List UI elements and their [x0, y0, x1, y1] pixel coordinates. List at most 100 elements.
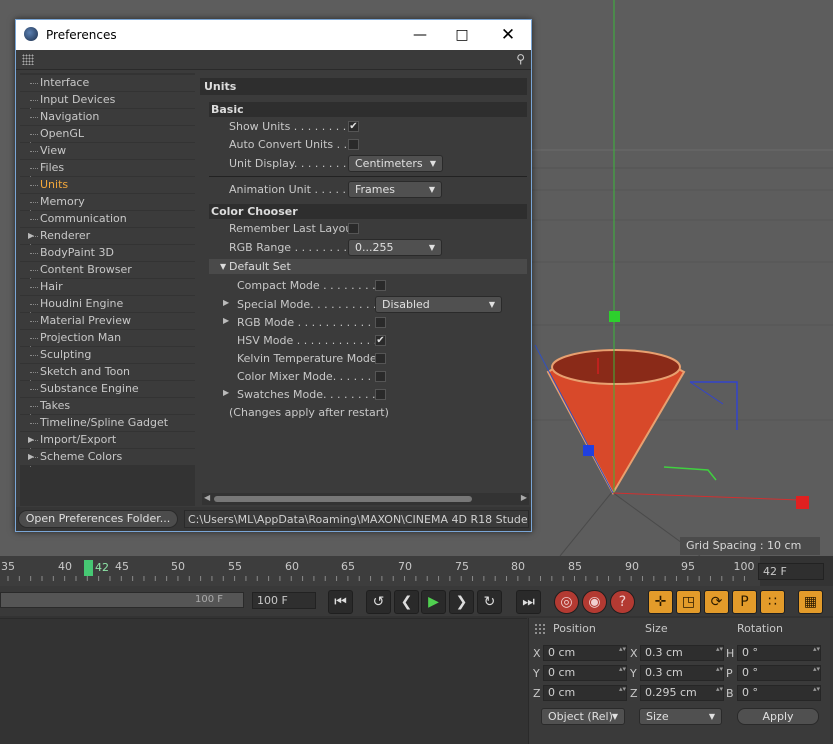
max-frame-field[interactable]: 100 F [252, 592, 316, 609]
compact-mode-checkbox[interactable] [375, 280, 386, 291]
nav-item-files[interactable]: Files [20, 160, 195, 176]
position-x-field[interactable]: 0 cm [543, 645, 627, 661]
next-key-button[interactable]: ↻ [477, 590, 502, 614]
current-frame-label: 42 [95, 561, 109, 574]
play-button[interactable]: ▶ [421, 590, 446, 614]
chevron-down-icon: ▼ [488, 300, 495, 309]
close-icon[interactable]: ✕ [493, 24, 523, 46]
open-preferences-folder-button[interactable]: Open Preferences Folder... [18, 510, 178, 528]
timeline-icon[interactable]: ▦ [798, 590, 823, 614]
nav-item-navigation[interactable]: Navigation [20, 109, 195, 125]
scroll-left-icon[interactable]: ◀ [204, 493, 210, 502]
animation-unit-dropdown[interactable]: Frames ▼ [348, 181, 442, 198]
nav-item-view[interactable]: View [20, 143, 195, 159]
size-y-field[interactable]: 0.3 cm [640, 665, 724, 681]
scrollbar-thumb[interactable] [214, 496, 472, 502]
nav-item-interface[interactable]: Interface [20, 75, 195, 91]
show-units-checkbox[interactable]: ✔ [348, 121, 359, 132]
nav-item-material-preview[interactable]: Material Preview [20, 313, 195, 329]
rotate-tool-icon[interactable]: ⟳ [704, 590, 729, 614]
playhead[interactable] [84, 560, 93, 576]
maximize-icon[interactable]: □ [447, 24, 477, 46]
goto-start-button[interactable]: ⏮ [328, 590, 353, 614]
time-range-end: 100 F [194, 594, 223, 605]
autokey-button[interactable]: ◉ [582, 590, 607, 614]
size-z-field[interactable]: 0.295 cm [640, 685, 724, 701]
nav-item-sketch-and-toon[interactable]: Sketch and Toon [20, 364, 195, 380]
nav-item-opengl[interactable]: OpenGL [20, 126, 195, 142]
prev-key-button[interactable]: ↺ [366, 590, 391, 614]
scale-tool-icon[interactable]: ◳ [676, 590, 701, 614]
nav-item-content-browser[interactable]: Content Browser [20, 262, 195, 278]
nav-item-renderer[interactable]: ▶ Renderer [20, 228, 195, 244]
rotation-h-field[interactable]: 0 ° [737, 645, 821, 661]
size-header: Size [645, 622, 668, 635]
apply-button[interactable]: Apply [737, 708, 819, 725]
swatches-mode-checkbox[interactable] [375, 389, 386, 400]
special-mode-label: ▶ Special Mode. . . . . . . . . . . [223, 298, 384, 311]
animation-unit-value: Frames [355, 183, 396, 196]
search-icon[interactable]: ⚲ [516, 52, 525, 66]
nav-item-takes[interactable]: Takes [20, 398, 195, 414]
coordinates-manager: Position Size Rotation X Y Z 0 cm 0 cm 0… [528, 618, 833, 744]
param-tool-icon[interactable]: P [732, 590, 757, 614]
expand-icon[interactable]: ▶ [223, 298, 229, 307]
hsv-mode-checkbox[interactable]: ✔ [375, 335, 386, 346]
end-frame-field[interactable]: 42 F [758, 563, 824, 580]
preferences-path-field[interactable]: C:\Users\ML\AppData\Roaming\MAXON\CINEMA… [184, 510, 529, 528]
rgb-mode-label: ▶ RGB Mode . . . . . . . . . . . . . [223, 316, 385, 329]
nav-item-hair[interactable]: Hair [20, 279, 195, 295]
expand-icon[interactable]: ▶ [223, 388, 229, 397]
preferences-window: Preferences — □ ✕ ⚲ Interface Input Devi… [15, 19, 532, 532]
nav-item-timeline-spline[interactable]: Timeline/Spline Gadget [20, 415, 195, 431]
rotation-b-field[interactable]: 0 ° [737, 685, 821, 701]
nav-item-bodypaint[interactable]: BodyPaint 3D [20, 245, 195, 261]
expand-icon[interactable]: ▶ [28, 228, 34, 244]
position-y-field[interactable]: 0 cm [543, 665, 627, 681]
nav-item-import-export[interactable]: ▶ Import/Export [20, 432, 195, 448]
nav-item-input-devices[interactable]: Input Devices [20, 92, 195, 108]
nav-item-scheme-colors[interactable]: ▶ Scheme Colors [20, 449, 195, 465]
prev-frame-button[interactable]: ❮ [394, 590, 419, 614]
collapse-icon[interactable]: ▼ [220, 259, 226, 274]
rotation-p-field[interactable]: 0 ° [737, 665, 821, 681]
color-mixer-checkbox[interactable] [375, 371, 386, 382]
nav-item-communication[interactable]: Communication [20, 211, 195, 227]
size-mode-dropdown[interactable]: Size ▼ [639, 708, 722, 725]
move-tool-icon[interactable]: ✛ [648, 590, 673, 614]
position-z-field[interactable]: 0 cm [543, 685, 627, 701]
nav-item-houdini-engine[interactable]: Houdini Engine [20, 296, 195, 312]
goto-end-button[interactable]: ⏭ [516, 590, 541, 614]
rgb-range-dropdown[interactable]: 0...255 ▼ [348, 239, 442, 256]
unit-display-dropdown[interactable]: Centimeters ▼ [348, 155, 443, 172]
timeline-ruler[interactable]: 35 40 45 50 55 60 65 70 75 80 85 90 95 1… [0, 556, 760, 586]
special-mode-dropdown[interactable]: Disabled ▼ [375, 296, 502, 313]
expand-icon[interactable]: ▶ [223, 316, 229, 325]
minimize-icon[interactable]: — [405, 24, 435, 46]
kelvin-mode-checkbox[interactable] [375, 353, 386, 364]
compact-mode-label: Compact Mode . . . . . . . . . [237, 279, 383, 292]
panel-horizontal-scrollbar[interactable]: ◀ ▶ [202, 493, 529, 505]
nav-item-substance-engine[interactable]: Substance Engine [20, 381, 195, 397]
next-frame-button[interactable]: ❯ [449, 590, 474, 614]
points-tool-icon[interactable]: ∷ [760, 590, 785, 614]
size-x-field[interactable]: 0.3 cm [640, 645, 724, 661]
nav-item-units[interactable]: Units [20, 177, 195, 193]
nav-item-sculpting[interactable]: Sculpting [20, 347, 195, 363]
axis-label: Y [533, 667, 540, 680]
remember-layout-checkbox[interactable] [348, 223, 359, 234]
expand-icon[interactable]: ▶ [28, 449, 34, 465]
key-help-button[interactable]: ? [610, 590, 635, 614]
default-set-header[interactable]: ▼ Default Set [209, 259, 527, 274]
preferences-titlebar[interactable]: Preferences — □ ✕ [16, 20, 531, 50]
auto-convert-checkbox[interactable] [348, 139, 359, 150]
scroll-right-icon[interactable]: ▶ [521, 493, 527, 502]
rgb-range-value: 0...255 [355, 241, 394, 254]
nav-item-memory[interactable]: Memory [20, 194, 195, 210]
nav-item-projection-man[interactable]: Projection Man [20, 330, 195, 346]
rgb-mode-checkbox[interactable] [375, 317, 386, 328]
coordinate-mode-dropdown[interactable]: Object (Rel) ▼ [541, 708, 625, 725]
time-range-slider[interactable]: 100 F [0, 592, 244, 608]
record-key-button[interactable]: ◎ [554, 590, 579, 614]
expand-icon[interactable]: ▶ [28, 432, 34, 448]
